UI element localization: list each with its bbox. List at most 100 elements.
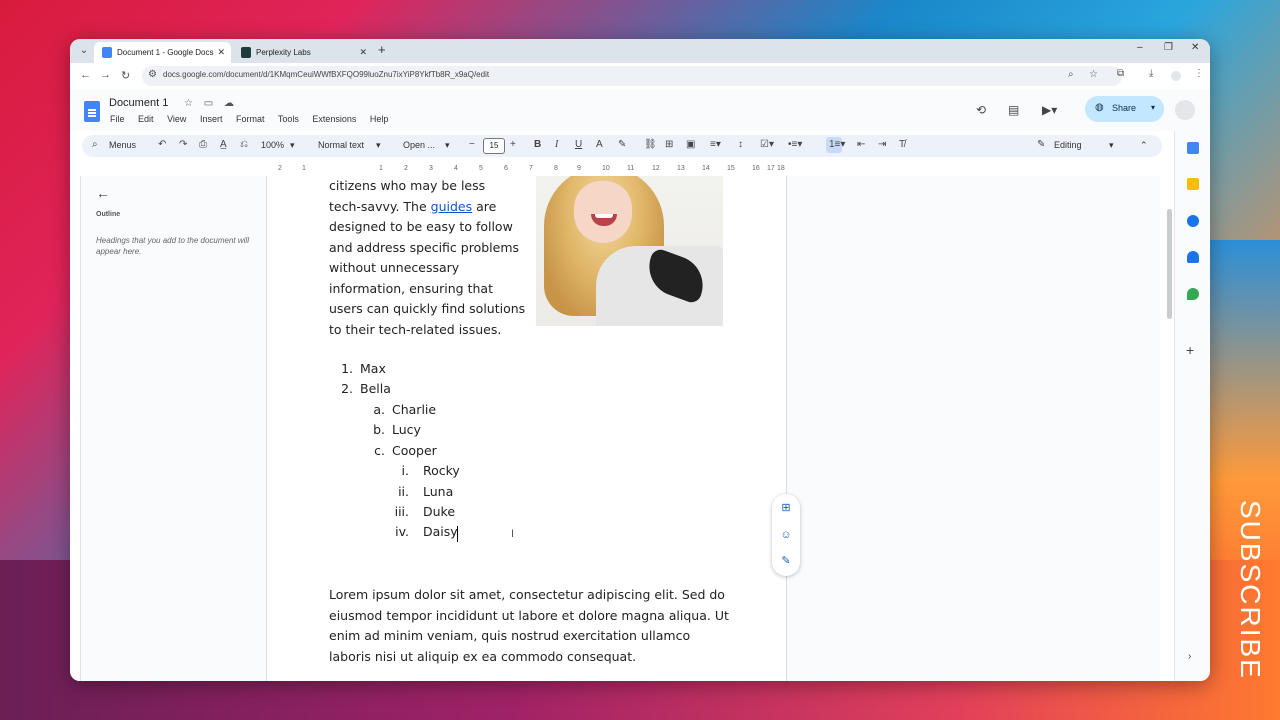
paint-format-icon[interactable]: ⎌ (240, 139, 248, 150)
highlight-icon[interactable]: ✎ (618, 139, 626, 150)
increase-indent-icon[interactable]: ⇥ (878, 139, 886, 150)
zoom-icon[interactable]: ⌕ (1068, 69, 1074, 80)
forward-icon[interactable]: → (100, 69, 111, 81)
star-icon[interactable]: ☆ (184, 98, 193, 109)
undo-icon[interactable]: ↶ (158, 139, 166, 150)
document-title[interactable]: Document 1 (109, 97, 168, 109)
spellcheck-icon[interactable]: A̲ (220, 139, 227, 150)
zoom-select[interactable]: 100% (261, 140, 284, 150)
increase-font-icon[interactable]: + (510, 139, 516, 150)
list-item[interactable]: Lucy (392, 422, 421, 437)
text-color-icon[interactable]: A (596, 139, 603, 150)
list-item[interactable]: Max (360, 361, 386, 376)
add-comment-icon[interactable]: ⊞ (780, 502, 792, 514)
menu-edit[interactable]: Edit (138, 114, 154, 124)
profile-avatar[interactable] (1171, 71, 1181, 81)
tasks-icon[interactable] (1187, 215, 1199, 227)
inline-image[interactable] (536, 176, 723, 326)
docs-logo-icon[interactable] (84, 101, 100, 122)
paragraph-intro[interactable]: citizens who may be less tech-savvy. The… (329, 176, 529, 340)
list-item[interactable]: Charlie (392, 402, 436, 417)
restore-button[interactable]: ❐ (1164, 42, 1173, 53)
chevron-down-icon[interactable]: ▾ (1151, 103, 1155, 112)
share-button[interactable]: ◍ Share ▾ (1085, 96, 1164, 122)
print-icon[interactable]: ⎙ (199, 139, 207, 150)
list-item[interactable]: Bella (360, 381, 391, 396)
menus-search[interactable]: Menus (109, 140, 136, 150)
keep-icon[interactable] (1187, 178, 1199, 190)
font-select[interactable]: Open ... (403, 140, 435, 150)
document-page[interactable]: citizens who may be less tech-savvy. The… (266, 176, 787, 681)
link-icon[interactable]: ⛓ (644, 139, 657, 150)
underline-icon[interactable]: U (575, 139, 582, 150)
meet-video-icon[interactable]: ▶▾ (1042, 103, 1057, 117)
minimize-button[interactable]: – (1137, 42, 1143, 53)
editing-mode-select[interactable]: Editing (1054, 140, 1082, 150)
calendar-icon[interactable] (1187, 142, 1199, 154)
align-icon[interactable]: ≡▾ (710, 139, 721, 150)
line-spacing-icon[interactable]: ↕ (738, 139, 743, 150)
tab-search-icon[interactable]: ⌄ (76, 43, 92, 59)
chevron-down-icon[interactable]: ▾ (376, 140, 381, 151)
chevron-right-icon[interactable]: › (1188, 651, 1191, 662)
guides-link[interactable]: guides (431, 199, 472, 214)
site-info-icon[interactable]: ⚙ (148, 69, 157, 80)
tab-perplexity[interactable]: Perplexity Labs ✕ (233, 42, 373, 63)
decrease-indent-icon[interactable]: ⇤ (857, 139, 865, 150)
collapse-menus-icon[interactable]: ⌃ (1140, 140, 1148, 151)
menu-tools[interactable]: Tools (278, 114, 299, 124)
close-tab-icon[interactable]: ✕ (359, 42, 367, 63)
clear-formatting-icon[interactable]: T̸ (899, 139, 905, 150)
new-tab-button[interactable]: + (378, 42, 386, 57)
decrease-font-icon[interactable]: − (469, 139, 475, 150)
tab-google-docs[interactable]: Document 1 - Google Docs ✕ (94, 42, 231, 63)
comments-icon[interactable]: ▤ (1008, 103, 1019, 117)
contacts-icon[interactable] (1187, 251, 1199, 263)
list-item[interactable]: Rocky (423, 463, 460, 478)
maps-icon[interactable] (1187, 288, 1199, 300)
list-item[interactable]: Luna (423, 484, 453, 499)
add-addon-icon[interactable]: + (1186, 342, 1194, 358)
bullet-list-icon[interactable]: •≡▾ (788, 139, 802, 150)
menu-format[interactable]: Format (236, 114, 265, 124)
close-tab-icon[interactable]: ✕ (217, 42, 225, 63)
url-field[interactable]: ⚙ docs.google.com/document/d/1KMqmCeuiWW… (142, 66, 1122, 86)
italic-icon[interactable]: I (555, 139, 558, 150)
vertical-ruler[interactable] (70, 176, 81, 681)
bold-icon[interactable]: B (534, 139, 541, 150)
suggest-edit-icon[interactable]: ✎ (780, 555, 792, 567)
move-folder-icon[interactable]: ▭ (204, 98, 213, 109)
numbered-list-icon[interactable]: 1≡▾ (829, 139, 845, 150)
search-icon[interactable]: ⌕ (92, 139, 98, 150)
font-size-field[interactable]: 15 (483, 138, 505, 154)
back-icon[interactable]: ← (80, 69, 91, 81)
version-history-icon[interactable]: ⟲ (976, 103, 986, 117)
style-select[interactable]: Normal text (318, 140, 364, 150)
reload-icon[interactable]: ↻ (121, 69, 130, 82)
list-item[interactable]: Duke (423, 504, 455, 519)
list-item[interactable]: Daisy (423, 524, 458, 539)
cloud-status-icon[interactable]: ☁ (224, 98, 234, 109)
checklist-icon[interactable]: ☑▾ (760, 139, 774, 150)
emoji-reaction-icon[interactable]: ☺ (780, 529, 792, 541)
menu-view[interactable]: View (167, 114, 186, 124)
browser-menu-icon[interactable]: ⋮ (1194, 68, 1204, 79)
insert-image-icon[interactable]: ▣ (686, 139, 695, 150)
menu-insert[interactable]: Insert (200, 114, 223, 124)
menu-file[interactable]: File (110, 114, 125, 124)
paragraph-lorem[interactable]: Lorem ipsum dolor sit amet, consectetur … (329, 585, 729, 667)
close-window-button[interactable]: ✕ (1191, 42, 1199, 53)
vertical-scrollbar[interactable] (1167, 209, 1172, 319)
list-item[interactable]: Cooper (392, 443, 437, 458)
chevron-down-icon[interactable]: ▾ (445, 140, 450, 151)
redo-icon[interactable]: ↷ (179, 139, 187, 150)
menu-help[interactable]: Help (370, 114, 389, 124)
extensions-icon[interactable]: ⧉ (1117, 68, 1124, 79)
chevron-down-icon[interactable]: ▾ (290, 140, 295, 151)
back-arrow-icon[interactable]: ← (96, 185, 110, 201)
chevron-down-icon[interactable]: ▾ (1109, 140, 1114, 151)
download-icon[interactable]: ⤓ (1149, 68, 1153, 79)
menu-extensions[interactable]: Extensions (312, 114, 356, 124)
account-avatar[interactable] (1175, 100, 1195, 120)
bookmark-star-icon[interactable]: ☆ (1089, 69, 1098, 80)
